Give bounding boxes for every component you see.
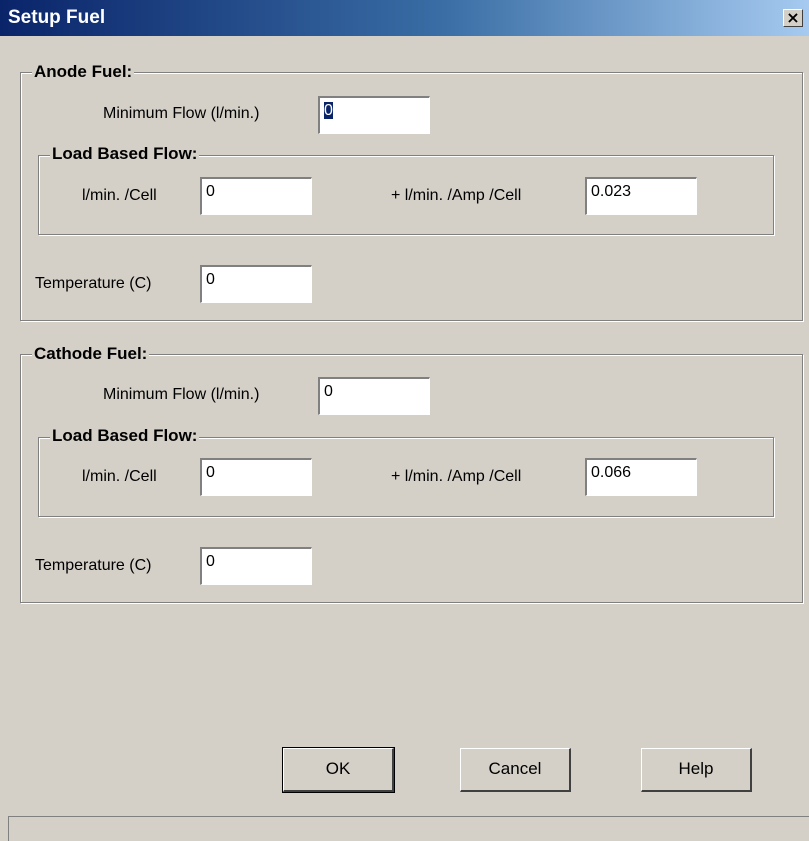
close-icon[interactable]: ×	[783, 9, 803, 27]
anode-min-flow-input[interactable]: 0	[318, 96, 430, 134]
cathode-min-flow-label: Minimum Flow (l/min.)	[103, 386, 260, 403]
status-bar	[8, 816, 809, 841]
anode-per-cell-label: l/min. /Cell	[82, 187, 157, 204]
help-button[interactable]: Help	[641, 748, 752, 792]
cathode-per-cell-label: l/min. /Cell	[82, 468, 157, 485]
anode-per-amp-label: + l/min. /Amp /Cell	[391, 187, 522, 204]
cathode-per-amp-input[interactable]: 0.066	[585, 458, 697, 496]
anode-fuel-label: Anode Fuel:	[32, 62, 135, 82]
anode-per-cell-input[interactable]: 0	[200, 177, 312, 215]
cathode-min-flow-input[interactable]: 0	[318, 377, 430, 415]
anode-temperature-label: Temperature (C)	[35, 275, 152, 292]
cathode-load-based-flow-label: Load Based Flow:	[50, 426, 200, 446]
ok-button[interactable]: OK	[282, 747, 395, 793]
cathode-per-amp-label: + l/min. /Amp /Cell	[391, 468, 522, 485]
cathode-temperature-input[interactable]: 0	[200, 547, 312, 585]
anode-load-based-flow-label: Load Based Flow:	[50, 144, 200, 164]
title-bar: Setup Fuel ×	[0, 0, 809, 36]
cathode-fuel-label: Cathode Fuel:	[32, 344, 150, 364]
anode-min-flow-value: 0	[324, 102, 333, 119]
cathode-per-cell-input[interactable]: 0	[200, 458, 312, 496]
cathode-temperature-label: Temperature (C)	[35, 557, 152, 574]
anode-min-flow-label: Minimum Flow (l/min.)	[103, 105, 260, 122]
window-title: Setup Fuel	[8, 7, 106, 28]
anode-per-amp-input[interactable]: 0.023	[585, 177, 697, 215]
cancel-button[interactable]: Cancel	[460, 748, 571, 792]
anode-temperature-input[interactable]: 0	[200, 265, 312, 303]
